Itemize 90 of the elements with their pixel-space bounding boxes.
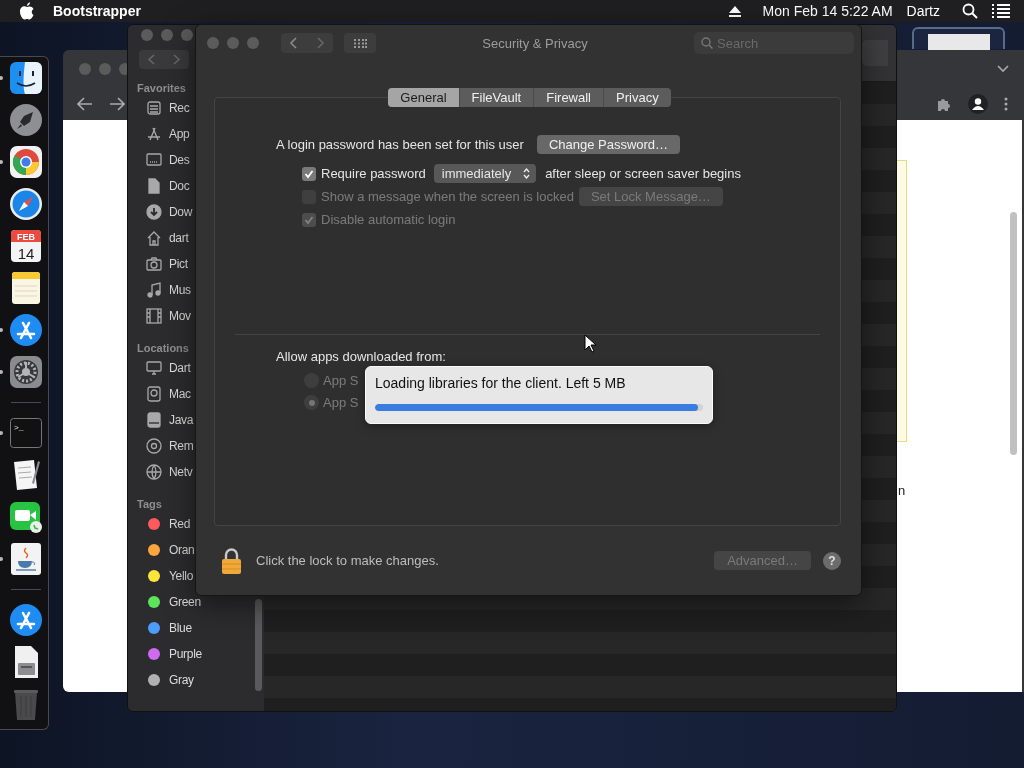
menu-icon[interactable] <box>992 4 1010 18</box>
search-field[interactable] <box>862 40 888 66</box>
lock-note: Click the lock to make changes. <box>256 553 439 568</box>
coffee-cup-icon[interactable] <box>9 542 43 576</box>
sidebar-heading: Favorites <box>136 81 187 95</box>
search-icon <box>701 37 713 49</box>
tab[interactable]: General <box>388 88 459 107</box>
monitor-icon <box>146 360 162 376</box>
sidebar-item[interactable]: Red <box>128 511 191 537</box>
sidebar-item[interactable]: Gray <box>128 667 194 693</box>
download-icon <box>146 204 162 220</box>
password-note: A login password has been set for this user <box>276 137 524 152</box>
radio-label: App S <box>323 395 359 410</box>
sidebar-item[interactable]: App <box>128 121 190 147</box>
apps-icon <box>146 126 162 142</box>
clock[interactable]: Mon Feb 14 5:22 AM <box>762 3 893 19</box>
camera-icon <box>146 256 162 272</box>
checkbox[interactable] <box>302 166 316 181</box>
profile-icon[interactable] <box>968 94 988 114</box>
monitor-icon <box>146 152 162 168</box>
dropdown[interactable]: immediately <box>433 164 537 183</box>
search-icon[interactable] <box>962 3 978 19</box>
sidebar-item[interactable]: Dart <box>128 355 191 381</box>
help-button[interactable]: ? <box>823 551 841 570</box>
sidebar-item[interactable]: Purple <box>128 641 202 667</box>
globe-icon <box>146 464 162 480</box>
sidebar-item[interactable]: dart <box>128 225 189 251</box>
calendar-icon[interactable]: FEB 14 <box>9 229 43 263</box>
page-text: n <box>898 483 907 498</box>
document-icon <box>146 178 162 194</box>
loading-message: Loading libraries for the client. Left 5 MB <box>375 375 627 393</box>
film-icon <box>146 308 162 324</box>
lock-icon[interactable] <box>221 546 242 575</box>
mouse-pointer-icon <box>584 334 596 353</box>
app-store-icon[interactable] <box>9 313 43 347</box>
color-wheel-icon[interactable] <box>9 145 43 179</box>
sidebar-item[interactable]: Oran <box>128 537 195 563</box>
grid-icon <box>353 38 367 48</box>
app-menu[interactable]: Bootstrapper <box>53 3 141 19</box>
sidebar-heading: Locations <box>136 341 190 355</box>
smiling-face-icon[interactable] <box>9 61 43 95</box>
sidebar-item[interactable]: Des <box>128 147 190 173</box>
grid-button[interactable] <box>344 33 376 53</box>
drive-icon <box>146 412 162 428</box>
app-store-icon[interactable] <box>9 603 43 637</box>
terminal-icon[interactable]: >_ <box>9 416 43 450</box>
rocket-icon[interactable] <box>9 103 43 137</box>
sidebar-item[interactable]: Blue <box>128 615 192 641</box>
sidebar-heading: Tags <box>136 497 163 511</box>
sidebar-item[interactable]: Java <box>128 407 194 433</box>
disc-icon <box>146 438 162 454</box>
chevron-down-icon[interactable] <box>997 65 1009 73</box>
scrollbar-thumb[interactable] <box>1010 212 1017 455</box>
sidebar-item[interactable]: Dow <box>128 199 193 225</box>
option-label: Show a message when the screen is locked <box>321 189 574 204</box>
sidebar-item[interactable]: Green <box>128 589 201 615</box>
forward-button[interactable] <box>109 97 125 111</box>
sidebar-item[interactable]: Mus <box>128 277 191 303</box>
puzzle-piece-icon[interactable] <box>936 96 952 112</box>
radio-label: App S <box>323 373 359 388</box>
option-label: Require password <box>321 166 426 181</box>
sidebar-item[interactable]: Netv <box>128 459 193 485</box>
back-button[interactable] <box>77 97 93 111</box>
video-call-icon[interactable] <box>9 500 43 534</box>
settings-icon[interactable] <box>9 355 43 389</box>
option-suffix: after sleep or screen saver begins <box>545 166 741 181</box>
sidebar-item[interactable]: Rem <box>128 433 194 459</box>
change-password-button[interactable]: Change Password… <box>536 135 681 154</box>
scrollbar-thumb[interactable] <box>255 599 262 691</box>
music-note-icon <box>146 282 162 298</box>
sidebar-item[interactable]: Mac <box>128 381 191 407</box>
user-menu[interactable]: Dartz <box>906 3 940 19</box>
option-label: Disable automatic login <box>321 212 456 227</box>
sidebar-item[interactable]: Rec <box>128 95 190 121</box>
more-icon[interactable] <box>1004 97 1008 111</box>
notepad-icon[interactable] <box>9 271 43 305</box>
apple-icon[interactable] <box>19 2 35 20</box>
updown-arrow-icon <box>523 168 531 179</box>
home-icon <box>146 230 162 246</box>
sidebar-item[interactable]: Doc <box>128 173 190 199</box>
sidebar-item[interactable]: Mov <box>128 303 191 329</box>
sidebar-item[interactable]: Pict <box>128 251 188 277</box>
hard-drive-icon <box>146 386 162 402</box>
section-heading: Allow apps downloaded from: <box>276 349 446 364</box>
window-title: Security & Privacy <box>481 35 589 51</box>
stack-icon <box>146 100 162 116</box>
compass-icon[interactable] <box>9 187 43 221</box>
sidebar-item[interactable]: Yello <box>128 563 194 589</box>
eject-icon[interactable] <box>728 5 741 17</box>
window-thumbnail[interactable] <box>912 27 1005 49</box>
